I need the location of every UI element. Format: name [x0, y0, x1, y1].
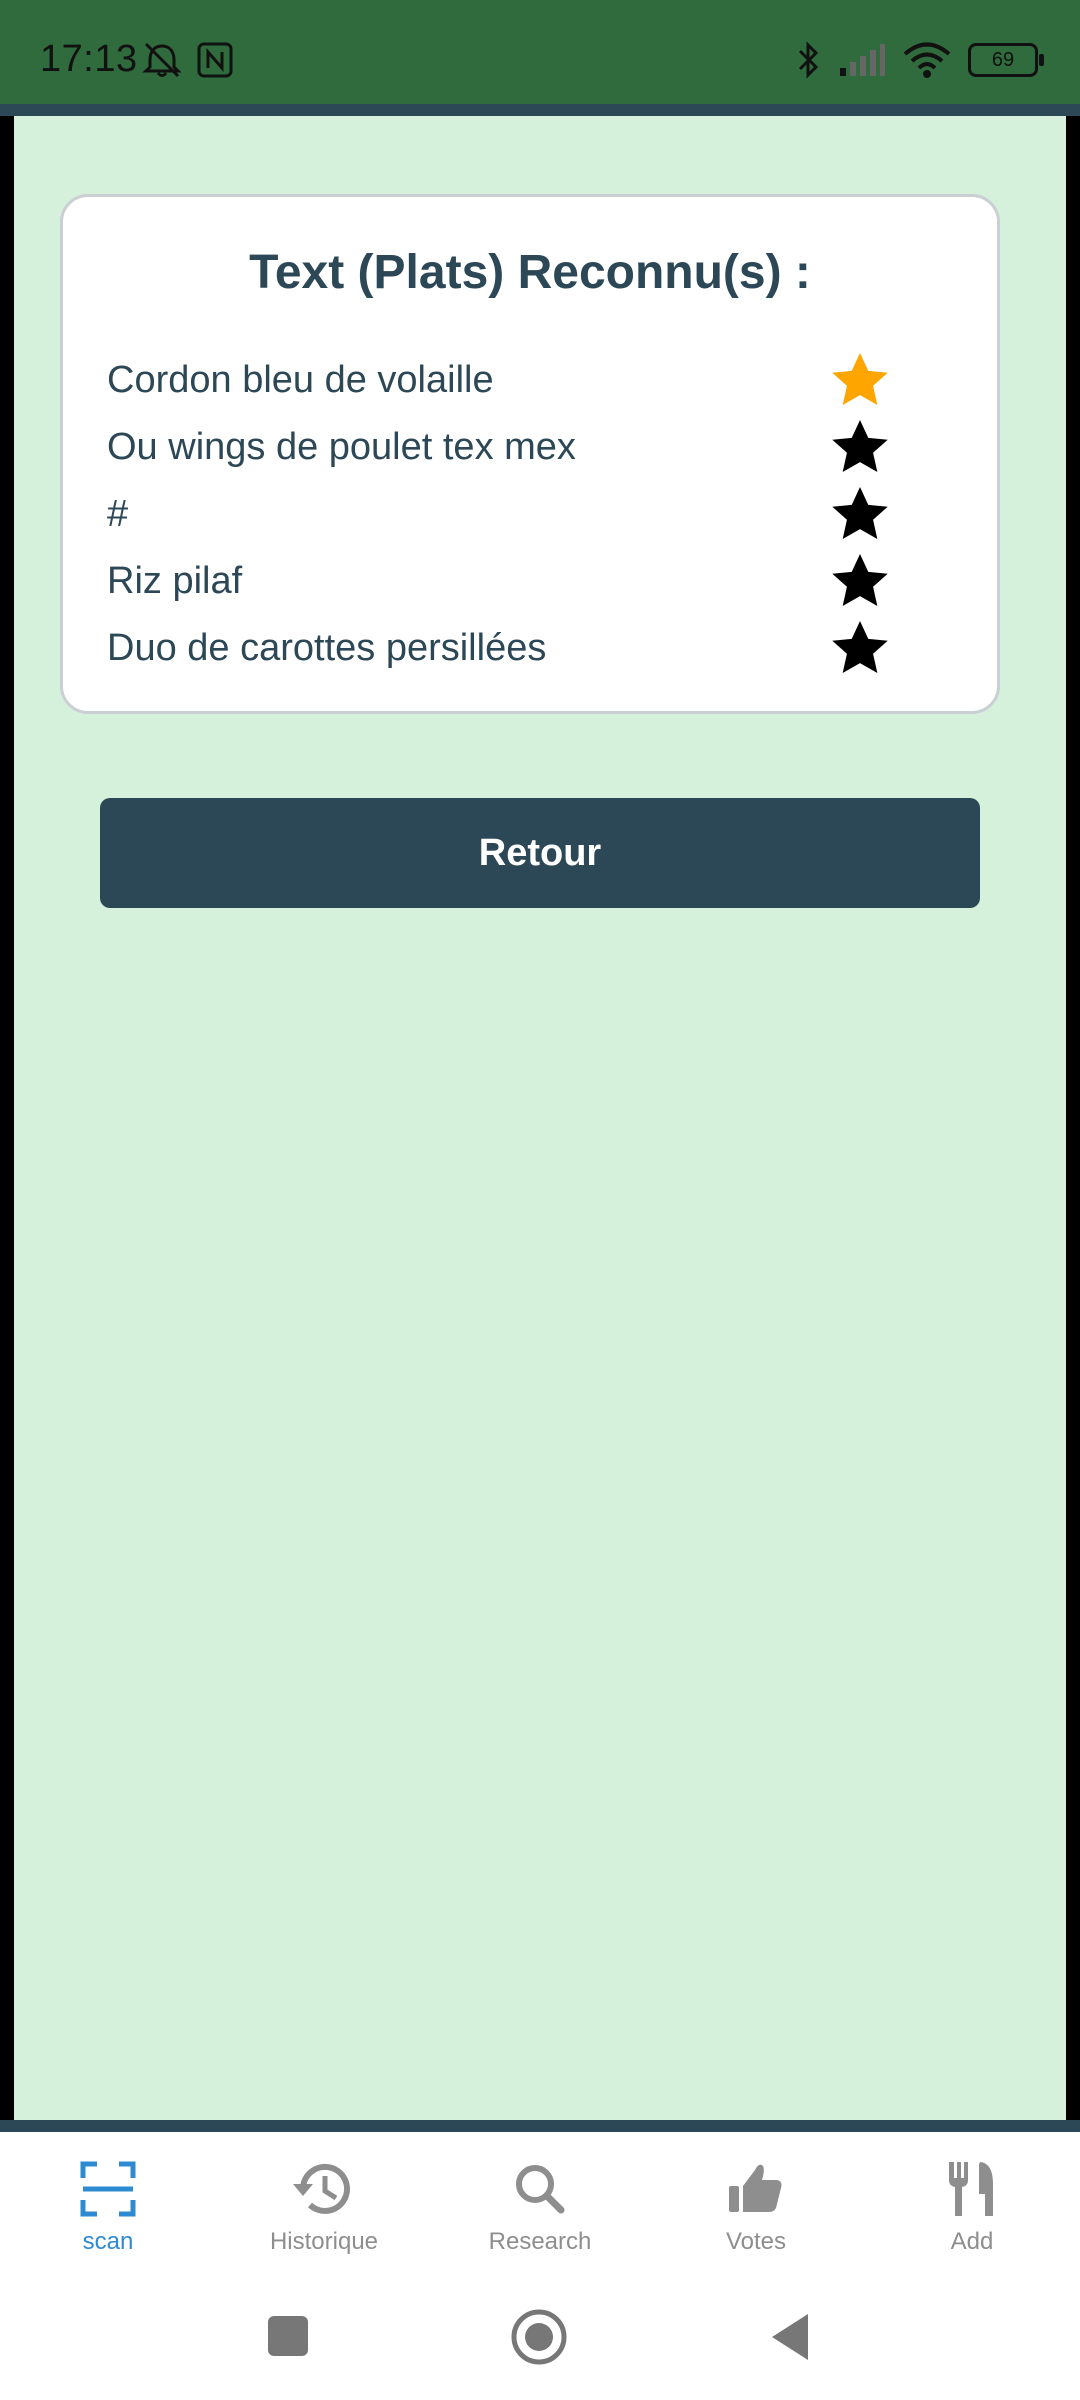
- dish-label: #: [107, 493, 129, 535]
- cell-signal-icon: [840, 44, 885, 76]
- status-right-icons: 69: [794, 40, 1044, 80]
- nav-item-research[interactable]: Research: [432, 2132, 648, 2272]
- star-icon[interactable]: [827, 550, 893, 614]
- nav-label: Research: [488, 2228, 592, 2255]
- alarm-off-icon: [142, 42, 182, 78]
- dish-label: Cordon bleu de volaille: [107, 359, 494, 401]
- dish-label: Duo de carottes persillées: [107, 627, 547, 669]
- system-nav-bar: [0, 2272, 1080, 2400]
- list-item: Riz pilaf: [107, 548, 927, 615]
- scan-icon: [80, 2161, 136, 2217]
- history-icon: [293, 2163, 350, 2214]
- nav-item-scan[interactable]: scan: [0, 2132, 216, 2272]
- dish-label: Riz pilaf: [107, 560, 243, 602]
- search-icon: [516, 2165, 565, 2214]
- card-title: Text (Plats) Reconnu(s) :: [249, 246, 811, 299]
- dish-label: Ou wings de poulet tex mex: [107, 426, 576, 468]
- main-content: Text (Plats) Reconnu(s) : Cordon bleu de…: [14, 116, 1066, 2120]
- list-item: Duo de carottes persillées: [107, 615, 927, 682]
- nav-item-add[interactable]: Add: [864, 2132, 1080, 2272]
- star-icon[interactable]: [827, 349, 893, 413]
- thumbs-up-icon: [729, 2164, 782, 2212]
- star-icon[interactable]: [827, 483, 893, 547]
- dish-list: Cordon bleu de volaille Ou wings de poul…: [107, 347, 927, 682]
- battery-icon: 69: [968, 43, 1044, 77]
- nav-item-historique[interactable]: Historique: [216, 2132, 432, 2272]
- status-bar: 17:13 69: [0, 0, 1080, 104]
- list-item: #: [107, 481, 927, 548]
- nav-label: Add: [950, 2228, 994, 2255]
- battery-level: 69: [991, 48, 1015, 71]
- back-nav-button[interactable]: [770, 2312, 810, 2362]
- status-left-icons: [140, 40, 234, 80]
- bluetooth-icon: [798, 41, 819, 79]
- wifi-icon: [903, 42, 951, 78]
- bottom-nav: scan Historique Research Votes Add: [0, 2132, 1080, 2272]
- list-item: Ou wings de poulet tex mex: [107, 414, 927, 481]
- nav-label: Historique: [269, 2228, 379, 2255]
- status-time: 17:13: [40, 38, 138, 80]
- recent-apps-button[interactable]: [266, 2314, 310, 2358]
- star-icon[interactable]: [827, 617, 893, 681]
- frame-top-border: [0, 104, 1080, 116]
- nfc-icon: [197, 42, 233, 78]
- nav-label: scan: [82, 2228, 134, 2255]
- nav-item-votes[interactable]: Votes: [648, 2132, 864, 2272]
- nav-label: Votes: [725, 2228, 787, 2255]
- utensils-icon: [949, 2162, 993, 2216]
- list-item: Cordon bleu de volaille: [107, 347, 927, 414]
- frame-bottom-border: [0, 2120, 1080, 2132]
- home-button[interactable]: [510, 2308, 568, 2366]
- recognized-dishes-card: Text (Plats) Reconnu(s) : Cordon bleu de…: [60, 194, 1000, 714]
- star-icon[interactable]: [827, 416, 893, 480]
- back-button[interactable]: Retour: [100, 798, 980, 908]
